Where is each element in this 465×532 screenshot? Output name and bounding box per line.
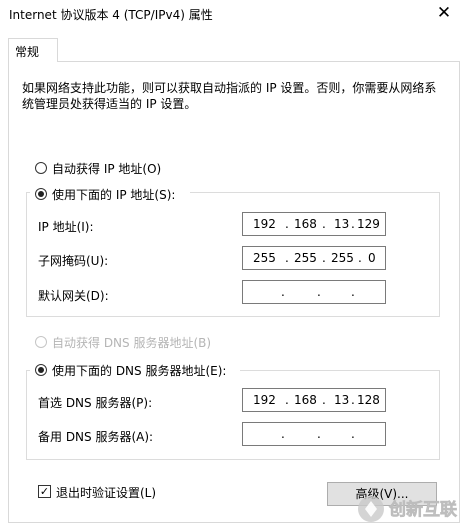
octet-dot: . — [351, 427, 355, 441]
octet-dot: . — [358, 251, 362, 265]
subnet-field[interactable]: 255 . 255 . 255 . 0 — [242, 246, 386, 270]
validate-checkbox[interactable]: ✓ — [38, 485, 51, 498]
tab-general-label: 常规 — [15, 45, 40, 59]
auto-ip-label[interactable]: 自动获得 IP 地址(O) — [52, 160, 161, 177]
ip-octet-3: 13 — [334, 217, 350, 231]
ip-address-field[interactable]: 192 . 168 . 13 . 129 — [242, 212, 386, 236]
tab-general[interactable]: 常规 — [8, 38, 58, 62]
manual-dns-radio[interactable] — [35, 364, 47, 376]
manual-ip-radio[interactable] — [35, 188, 47, 200]
window-title: Internet 协议版本 4 (TCP/IPv4) 属性 — [9, 8, 213, 22]
octet-dot: . — [285, 251, 289, 265]
octet-dot: . — [351, 285, 355, 299]
ip-octet-1: 192 — [253, 217, 276, 231]
validate-label[interactable]: 退出时验证设置(L) — [56, 484, 156, 501]
octet-dot: . — [351, 393, 355, 407]
watermark-text: 创新互联 — [388, 499, 457, 520]
octet-dot: . — [281, 285, 285, 299]
subnet-label: 子网掩码(U): — [38, 254, 109, 268]
subnet-octet-4: 0 — [368, 251, 376, 265]
description-text: 如果网络支持此功能，则可以获取自动指派的 IP 设置。否则，你需要从网络系统管理… — [22, 81, 437, 111]
dns-group-box — [26, 370, 440, 460]
preferred-dns-label: 首选 DNS 服务器(P): — [38, 396, 153, 410]
dns-octet-4: 128 — [357, 393, 380, 407]
subnet-octet-2: 255 — [294, 251, 317, 265]
gateway-field[interactable]: . . . — [242, 280, 386, 304]
subnet-octet-1: 255 — [253, 251, 276, 265]
auto-dns-radio[interactable] — [35, 336, 47, 348]
ip-octet-2: 168 — [294, 217, 317, 231]
octet-dot: . — [322, 251, 326, 265]
octet-dot: . — [351, 217, 355, 231]
subnet-octet-3: 255 — [331, 251, 354, 265]
octet-dot: . — [285, 393, 289, 407]
manual-dns-label[interactable]: 使用下面的 DNS 服务器地址(E): — [52, 362, 226, 379]
dns-octet-1: 192 — [253, 393, 276, 407]
manual-ip-label[interactable]: 使用下面的 IP 地址(S): — [52, 186, 175, 203]
ip-octet-4: 129 — [357, 217, 380, 231]
dns-octet-2: 168 — [294, 393, 317, 407]
preferred-dns-field[interactable]: 192 . 168 . 13 . 128 — [242, 388, 386, 412]
watermark-logo: 创新互联 — [355, 485, 463, 529]
alternate-dns-field[interactable]: . . . — [242, 422, 386, 446]
ip-address-label: IP 地址(I): — [38, 220, 94, 234]
octet-dot: . — [322, 393, 326, 407]
octet-dot: . — [322, 217, 326, 231]
octet-dot: . — [281, 427, 285, 441]
gateway-label: 默认网关(D): — [38, 289, 109, 303]
close-icon[interactable]: ✕ — [434, 3, 454, 23]
dns-octet-3: 13 — [334, 393, 350, 407]
octet-dot: . — [317, 427, 321, 441]
auto-ip-radio[interactable] — [35, 162, 47, 174]
octet-dot: . — [285, 217, 289, 231]
auto-dns-label[interactable]: 自动获得 DNS 服务器地址(B) — [52, 334, 211, 351]
alternate-dns-label: 备用 DNS 服务器(A): — [38, 430, 154, 444]
octet-dot: . — [317, 285, 321, 299]
